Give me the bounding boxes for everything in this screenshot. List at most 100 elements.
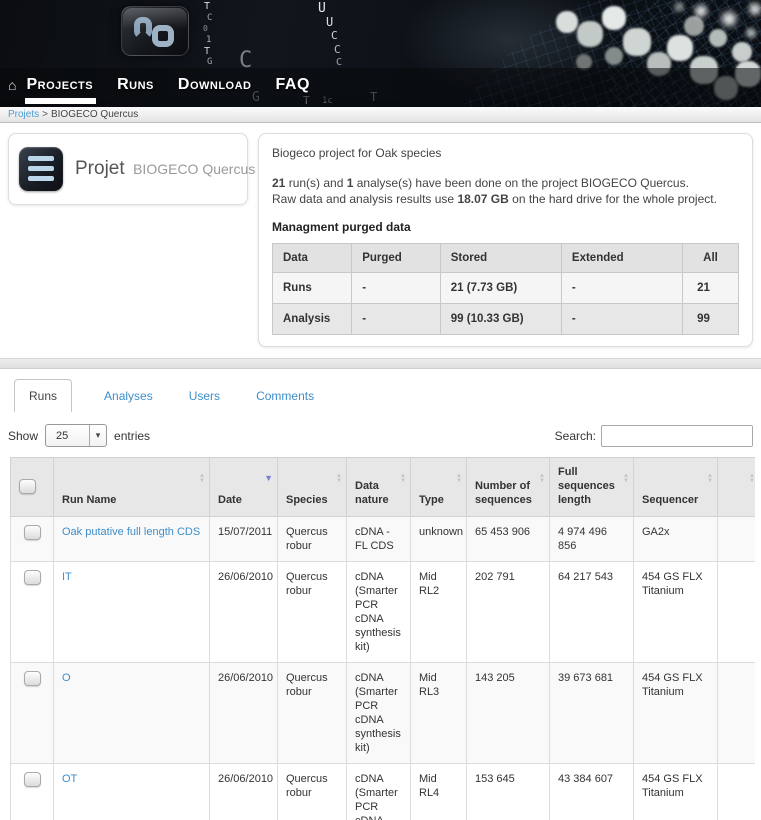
- header-banner: TC01TGCGUUCCCT1cT ⌂ ProjectsRunsDownload…: [0, 0, 761, 107]
- tab-comments[interactable]: Comments: [252, 380, 318, 412]
- sequence-letter: G: [207, 57, 212, 67]
- search-group: Search:: [555, 425, 753, 447]
- sort-desc-icon[interactable]: ▼: [264, 474, 273, 483]
- row-select-cell: [11, 764, 54, 820]
- sort-both-icon[interactable]: ▲▼: [539, 474, 545, 484]
- type-cell: Mid RL2: [411, 562, 467, 663]
- mgmt-cell: Runs: [273, 273, 352, 304]
- column-header-species[interactable]: Species ▲▼: [278, 458, 347, 517]
- column-header-number-of-sequences[interactable]: Number of sequences ▲▼: [467, 458, 550, 517]
- select-all-checkbox[interactable]: [19, 479, 36, 494]
- storage-line: Raw data and analysis results use 18.07 …: [272, 191, 739, 207]
- page-size-select[interactable]: 25: [46, 425, 106, 446]
- sort-both-icon[interactable]: ▲▼: [456, 474, 462, 484]
- date-cell: 26/06/2010: [210, 562, 278, 663]
- full-sequences-length-cell: 4 974 496 856: [550, 517, 634, 562]
- run-name-link[interactable]: O: [62, 672, 71, 684]
- sequence-letter: T: [204, 1, 210, 12]
- ng6-logo[interactable]: [121, 6, 189, 56]
- table-row: Oak putative full length CDS15/07/2011Qu…: [11, 517, 756, 562]
- run-name-cell: Oak putative full length CDS: [54, 517, 210, 562]
- sequence-letter: U: [326, 15, 333, 29]
- column-header-run-name[interactable]: Run Name ▲▼: [54, 458, 210, 517]
- row-select-cell: [11, 517, 54, 562]
- column-header-date[interactable]: Date ▼: [210, 458, 278, 517]
- search-input[interactable]: [601, 425, 753, 447]
- show-label: Show: [8, 429, 38, 443]
- data-nature-cell: cDNA (Smarter PCR cDNA synthesis kit): [347, 562, 411, 663]
- number-of-sequences-cell: 65 453 906: [467, 517, 550, 562]
- sequence-letter: C: [334, 43, 341, 56]
- column-label: Date: [218, 494, 242, 506]
- project-overview-section: Projet BIOGECO Quercus Biogeco project f…: [0, 123, 761, 347]
- sort-both-icon[interactable]: ▲▼: [336, 474, 342, 484]
- column-header-full-sequences-length[interactable]: Full sequences length▲▼: [550, 458, 634, 517]
- tab-bar: Runs Analyses Users Comments: [8, 379, 753, 412]
- column-header-sequencer[interactable]: Sequencer▲▼: [634, 458, 718, 517]
- project-title: Projet BIOGECO Quercus: [75, 158, 255, 180]
- full-sequences-length-cell: 64 217 543: [550, 562, 634, 663]
- tab-analyses[interactable]: Analyses: [100, 380, 157, 412]
- nav-item-faq[interactable]: FAQ: [276, 76, 310, 94]
- section-divider: [0, 358, 761, 369]
- row-checkbox[interactable]: [24, 772, 41, 787]
- empty-cell: [718, 562, 756, 663]
- empty-cell: [718, 663, 756, 764]
- bokeh-spheres: [0, 0, 6, 6]
- run-name-link[interactable]: Oak putative full length CDS: [62, 526, 200, 538]
- sequence-letter: C: [336, 57, 342, 68]
- search-label: Search:: [555, 429, 596, 443]
- mgmt-cell: 99: [683, 304, 739, 335]
- run-name-cell: O: [54, 663, 210, 764]
- empty-cell: [718, 517, 756, 562]
- tab-items: Runs Analyses Users Comments: [8, 379, 346, 412]
- nav-item-runs[interactable]: Runs: [117, 76, 154, 94]
- breadcrumb-projects-link[interactable]: Projets: [8, 109, 39, 120]
- column-header-blank[interactable]: ▲▼: [718, 458, 756, 517]
- row-checkbox[interactable]: [24, 525, 41, 540]
- home-icon[interactable]: ⌂: [8, 78, 16, 92]
- mgmt-cell: -: [561, 273, 682, 304]
- project-stats-line: 21 run(s) and 1 analyse(s) have been don…: [272, 175, 739, 191]
- mgmt-col-data: Data: [273, 244, 352, 273]
- column-label: Species: [286, 494, 328, 506]
- mgmt-col-all: All: [683, 244, 739, 273]
- row-select-cell: [11, 562, 54, 663]
- data-nature-cell: cDNA (Smarter PCR cDNA synthesis kit): [347, 663, 411, 764]
- date-cell: 26/06/2010: [210, 764, 278, 820]
- number-of-sequences-cell: 202 791: [467, 562, 550, 663]
- sort-both-icon[interactable]: ▲▼: [707, 474, 713, 484]
- column-label: Data nature: [355, 480, 389, 506]
- project-list-icon: [19, 147, 63, 191]
- purged-data-table: DataPurgedStoredExtendedAll Runs-21 (7.7…: [272, 243, 739, 335]
- tab-runs[interactable]: Runs: [14, 379, 72, 412]
- column-header-type[interactable]: Type▲▼: [411, 458, 467, 517]
- date-cell: 26/06/2010: [210, 663, 278, 764]
- sort-both-icon[interactable]: ▲▼: [400, 474, 406, 484]
- mgmt-row: Runs-21 (7.73 GB)-21: [273, 273, 739, 304]
- sort-both-icon[interactable]: ▲▼: [199, 474, 205, 484]
- mgmt-cell: 21 (7.73 GB): [440, 273, 561, 304]
- nav-item-download[interactable]: Download: [178, 76, 252, 94]
- empty-cell: [718, 764, 756, 820]
- column-label: Number of sequences: [475, 480, 532, 506]
- data-nature-cell: cDNA - FL CDS: [347, 517, 411, 562]
- sequence-letter: 1: [206, 35, 211, 45]
- type-cell: unknown: [411, 517, 467, 562]
- mgmt-col-stored: Stored: [440, 244, 561, 273]
- column-header-data-nature[interactable]: Data nature ▲▼: [347, 458, 411, 517]
- select-all-header[interactable]: [11, 458, 54, 517]
- nav-item-projects[interactable]: Projects: [26, 76, 93, 94]
- sort-both-icon[interactable]: ▲▼: [623, 474, 629, 484]
- table-controls: Show 25 entries Search:: [8, 424, 753, 447]
- column-label: Run Name: [62, 494, 116, 506]
- run-name-link[interactable]: OT: [62, 773, 77, 785]
- tab-users[interactable]: Users: [185, 380, 224, 412]
- sort-both-icon[interactable]: ▲▼: [749, 474, 755, 484]
- breadcrumb: Projets>BIOGECO Quercus: [0, 107, 761, 123]
- run-name-link[interactable]: IT: [62, 571, 72, 583]
- row-checkbox[interactable]: [24, 570, 41, 585]
- mgmt-row: Analysis-99 (10.33 GB)-99: [273, 304, 739, 335]
- mgmt-cell: 99 (10.33 GB): [440, 304, 561, 335]
- row-checkbox[interactable]: [24, 671, 41, 686]
